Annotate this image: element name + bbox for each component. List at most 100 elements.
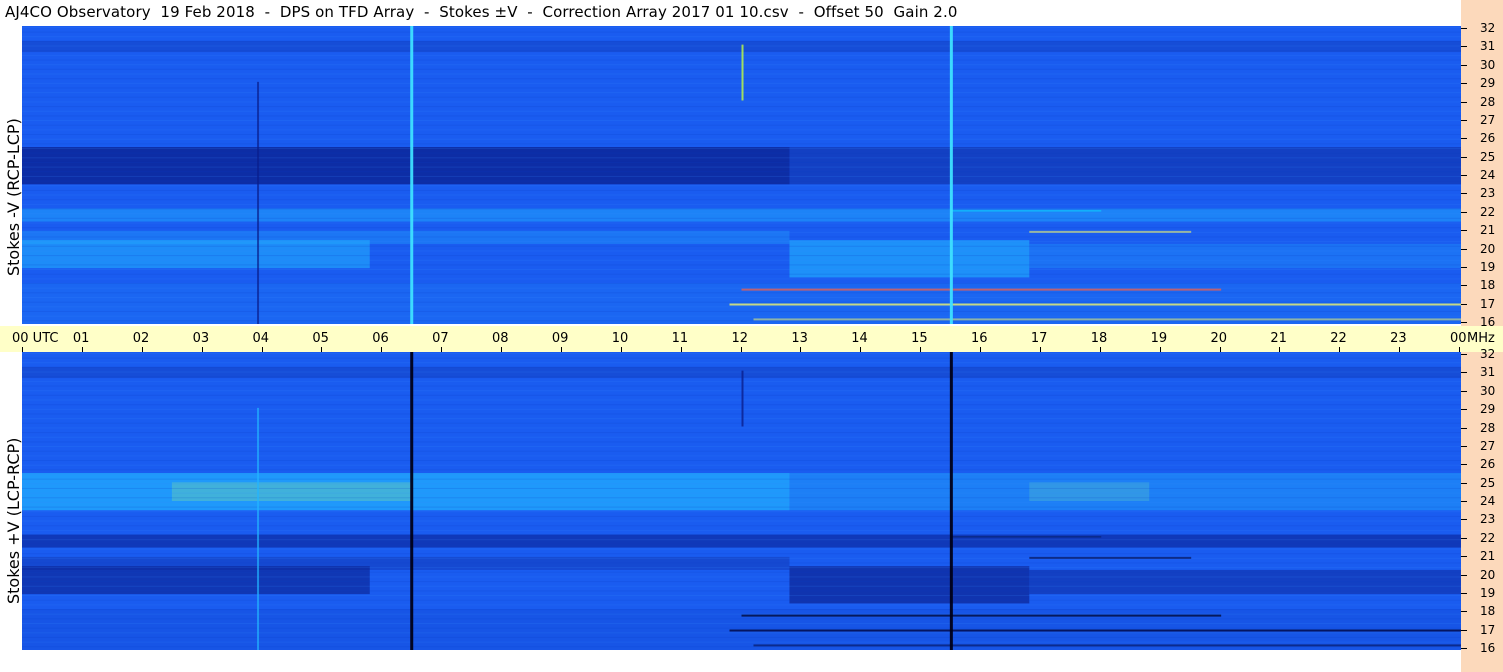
stripe [22, 264, 1461, 266]
stripe [22, 497, 1461, 499]
stripe [22, 520, 1461, 522]
time-tick-label: 04 [252, 331, 270, 346]
vertical-burst [257, 81, 260, 324]
stripe [22, 120, 1461, 122]
stripe [22, 236, 1461, 238]
freq-tick-label: 28 [1480, 94, 1496, 109]
stripe [22, 646, 1461, 648]
stripe [22, 576, 1461, 578]
freq-tick-label: 21 [1480, 549, 1496, 564]
stripe [22, 539, 1461, 541]
stripe [22, 292, 1461, 294]
time-tick-label: 00 UTC [12, 331, 59, 346]
stripe [22, 450, 1461, 452]
stripe [22, 203, 1461, 205]
freq-tick-label: 30 [1480, 383, 1496, 398]
freq-tick-label: 28 [1480, 420, 1496, 435]
freq-tick-mark [1461, 303, 1467, 305]
freq-tick-label: 18 [1480, 278, 1496, 293]
stripe [22, 469, 1461, 471]
freq-tick-mark [1461, 464, 1467, 466]
freq-tick-mark [1461, 592, 1467, 594]
stripe [22, 296, 1461, 298]
rfi-line [951, 210, 1102, 212]
stripe [22, 627, 1461, 629]
freq-tick-label: 24 [1480, 168, 1496, 182]
stripe [22, 511, 1461, 513]
time-tick-label: 18 [1090, 331, 1108, 346]
freq-tick-mark [1461, 248, 1467, 250]
stripe [22, 595, 1461, 597]
stripe [22, 175, 1461, 177]
calibration-line [949, 352, 953, 650]
freq-tick-mark [1461, 501, 1467, 502]
freq-tick-mark [1461, 537, 1467, 539]
stripe [22, 636, 1461, 638]
vertical-burst [741, 44, 744, 101]
stripe [22, 134, 1461, 136]
freq-tick-mark [1461, 427, 1467, 429]
time-tick-label: 09 [551, 331, 569, 346]
freq-tick-mark [1461, 390, 1467, 392]
stripe [22, 36, 1461, 38]
stripe [22, 241, 1461, 243]
time-tick-label: 02 [132, 331, 150, 346]
time-tick-label: 11 [671, 331, 689, 346]
stripe [22, 436, 1461, 438]
freq-tick-mark [1461, 285, 1467, 287]
rfi-line [741, 288, 1222, 291]
stripe [22, 478, 1461, 480]
freq-tick-label: 31 [1480, 39, 1496, 54]
freq-tick-label: 20 [1480, 241, 1496, 256]
freq-tick-mark [1461, 138, 1467, 140]
stripe [22, 106, 1461, 108]
freq-tick-label: 32 [1480, 21, 1496, 35]
stripe [22, 143, 1461, 145]
freq-tick-mark [1461, 175, 1467, 176]
freq-tick-label: 29 [1480, 76, 1496, 91]
stripe [22, 269, 1461, 271]
freq-tick-label: 20 [1480, 567, 1496, 582]
rfi-line [753, 318, 1461, 321]
freq-unit-label: MHz [1467, 331, 1495, 346]
stripe [22, 152, 1461, 154]
freq-tick-label: 27 [1480, 112, 1496, 127]
chart-title: AJ4CO Observatory 19 Feb 2018 - DPS on T… [5, 3, 958, 21]
stripe [22, 557, 1461, 559]
freq-tick-label: 18 [1480, 604, 1496, 619]
time-tick-label: 01 [72, 331, 90, 346]
time-tick-label: 21 [1270, 331, 1287, 346]
stripe [22, 483, 1461, 485]
stripe [22, 515, 1461, 517]
stripe [22, 217, 1461, 219]
stripe [22, 208, 1461, 210]
stripe [22, 362, 1461, 364]
stripe [22, 567, 1461, 569]
freq-tick-label: 22 [1480, 530, 1496, 545]
stripe [22, 320, 1461, 322]
rfi-line [741, 614, 1222, 617]
stripe [22, 147, 1461, 149]
stripe [22, 609, 1461, 611]
freq-tick-mark [1461, 322, 1467, 323]
stripe [22, 632, 1461, 634]
time-tick-label: 05 [312, 331, 329, 346]
calibration-line [410, 352, 414, 650]
freq-tick-mark [1461, 409, 1467, 411]
time-tick-label: 23 [1390, 331, 1407, 346]
stripe [22, 180, 1461, 182]
stripe [22, 306, 1461, 308]
stripe [22, 31, 1461, 33]
stripe [22, 455, 1461, 457]
time-tick-label: 15 [911, 331, 928, 346]
stripe [22, 501, 1461, 503]
freq-tick-label: 31 [1480, 365, 1496, 380]
freq-tick-mark [1461, 648, 1467, 649]
stripe [22, 604, 1461, 606]
time-tick-label: 00 [1450, 331, 1467, 346]
rfi-line [729, 629, 1461, 632]
stripe [22, 562, 1461, 564]
stripe [22, 441, 1461, 443]
time-tick-label: 06 [372, 331, 389, 346]
freq-tick-mark [1461, 372, 1467, 374]
